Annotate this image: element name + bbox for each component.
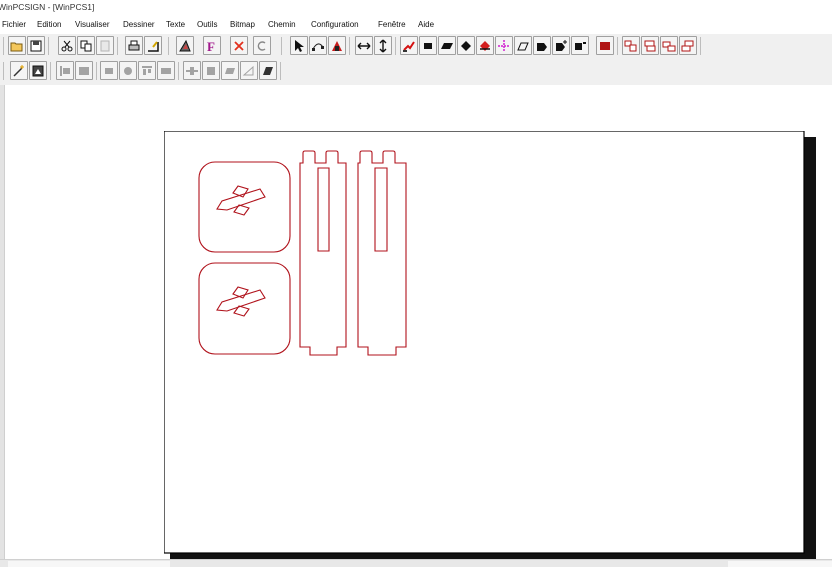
diamond-icon[interactable]: [457, 36, 475, 55]
main-toolbar: F: [0, 34, 832, 58]
toolbar-separator: [3, 37, 4, 55]
status-panel-left: [8, 561, 170, 567]
dark-skew-icon[interactable]: [259, 61, 277, 80]
menu-edition[interactable]: Edition: [37, 19, 61, 31]
toolbar-separator: [3, 62, 4, 80]
magic-wand-icon[interactable]: [10, 61, 28, 80]
vertical-arrows-icon[interactable]: [374, 36, 392, 55]
magenta-crosshair-icon[interactable]: [495, 36, 513, 55]
menu-configuration[interactable]: Configuration: [311, 19, 359, 31]
menu-dessiner[interactable]: Dessiner: [123, 19, 155, 31]
toolbar-separator: [617, 37, 618, 55]
align-center-icon[interactable]: [100, 61, 118, 80]
circle-center-icon[interactable]: [119, 61, 137, 80]
horizontal-arrows-icon[interactable]: [355, 36, 373, 55]
align-middle-icon[interactable]: [157, 61, 175, 80]
toolbar-separator: [50, 62, 51, 80]
open-folder-icon[interactable]: [8, 36, 26, 55]
toolbar-separator: [178, 62, 179, 80]
text-f-icon[interactable]: F: [203, 36, 221, 55]
menu-bar: Fichier Edition Visualiser Dessiner Text…: [0, 19, 832, 34]
skew-icon[interactable]: [221, 61, 239, 80]
black-arrow-shape-icon[interactable]: [533, 36, 551, 55]
distribute-v-icon[interactable]: [202, 61, 220, 80]
window-title: WinPCSIGN - [WinPCS1]: [0, 2, 95, 12]
plotter-icon[interactable]: [176, 36, 194, 55]
menu-fenetre[interactable]: Fenêtre: [378, 19, 406, 31]
red-tool-icon[interactable]: [328, 36, 346, 55]
toolbar-separator: [168, 37, 169, 55]
toolbar-separator: [349, 37, 350, 55]
arrow-plus-icon[interactable]: [552, 36, 570, 55]
red-block-icon[interactable]: [596, 36, 614, 55]
align-top-icon[interactable]: [138, 61, 156, 80]
distribute-h-icon[interactable]: [183, 61, 201, 80]
save-icon[interactable]: [27, 36, 45, 55]
svg-text:F: F: [207, 39, 215, 53]
drawing-page[interactable]: [164, 131, 816, 559]
window-group-4-icon[interactable]: [679, 36, 697, 55]
status-panel-right: [728, 561, 832, 567]
delete-x-icon[interactable]: [230, 36, 248, 55]
secondary-toolbar: [0, 59, 832, 85]
menu-bitmap[interactable]: Bitmap: [230, 19, 255, 31]
red-pen-icon[interactable]: [400, 36, 418, 55]
menu-texte[interactable]: Texte: [166, 19, 185, 31]
toolbar-separator: [96, 62, 97, 80]
window-group-2-icon[interactable]: [641, 36, 659, 55]
toolbar-separator: [700, 37, 701, 55]
toolbar-separator: [281, 37, 282, 55]
print-icon[interactable]: [125, 36, 143, 55]
red-diamond-icon[interactable]: [476, 36, 494, 55]
title-bar: WinPCSIGN - [WinPCS1]: [0, 0, 832, 19]
black-flag-icon[interactable]: [571, 36, 589, 55]
copy-icon[interactable]: [77, 36, 95, 55]
toolbar-separator: [280, 62, 281, 80]
pointer-arrow-icon[interactable]: [290, 36, 308, 55]
cutter-output-icon[interactable]: [144, 36, 162, 55]
toolbar-separator: [48, 37, 49, 55]
image-edit-icon[interactable]: [29, 61, 47, 80]
window-group-1-icon[interactable]: [622, 36, 640, 55]
parallelogram-icon[interactable]: [438, 36, 456, 55]
cut-icon[interactable]: [58, 36, 76, 55]
align-block-icon[interactable]: [75, 61, 93, 80]
menu-visualiser[interactable]: Visualiser: [75, 19, 110, 31]
vertical-ruler: [0, 85, 5, 559]
triangle-icon[interactable]: [240, 61, 258, 80]
menu-chemin[interactable]: Chemin: [268, 19, 296, 31]
black-rectangle-icon[interactable]: [419, 36, 437, 55]
menu-aide[interactable]: Aide: [418, 19, 434, 31]
menu-outils[interactable]: Outils: [197, 19, 217, 31]
window-group-3-icon[interactable]: [660, 36, 678, 55]
node-edit-icon[interactable]: [309, 36, 327, 55]
page-sheet: [164, 131, 805, 554]
outline-shape-icon[interactable]: [514, 36, 532, 55]
paste-icon[interactable]: [96, 36, 114, 55]
toolbar-separator: [395, 37, 396, 55]
toolbar-separator: [117, 37, 118, 55]
align-left-icon[interactable]: [56, 61, 74, 80]
menu-fichier[interactable]: Fichier: [2, 19, 26, 31]
undo-icon[interactable]: [253, 36, 271, 55]
